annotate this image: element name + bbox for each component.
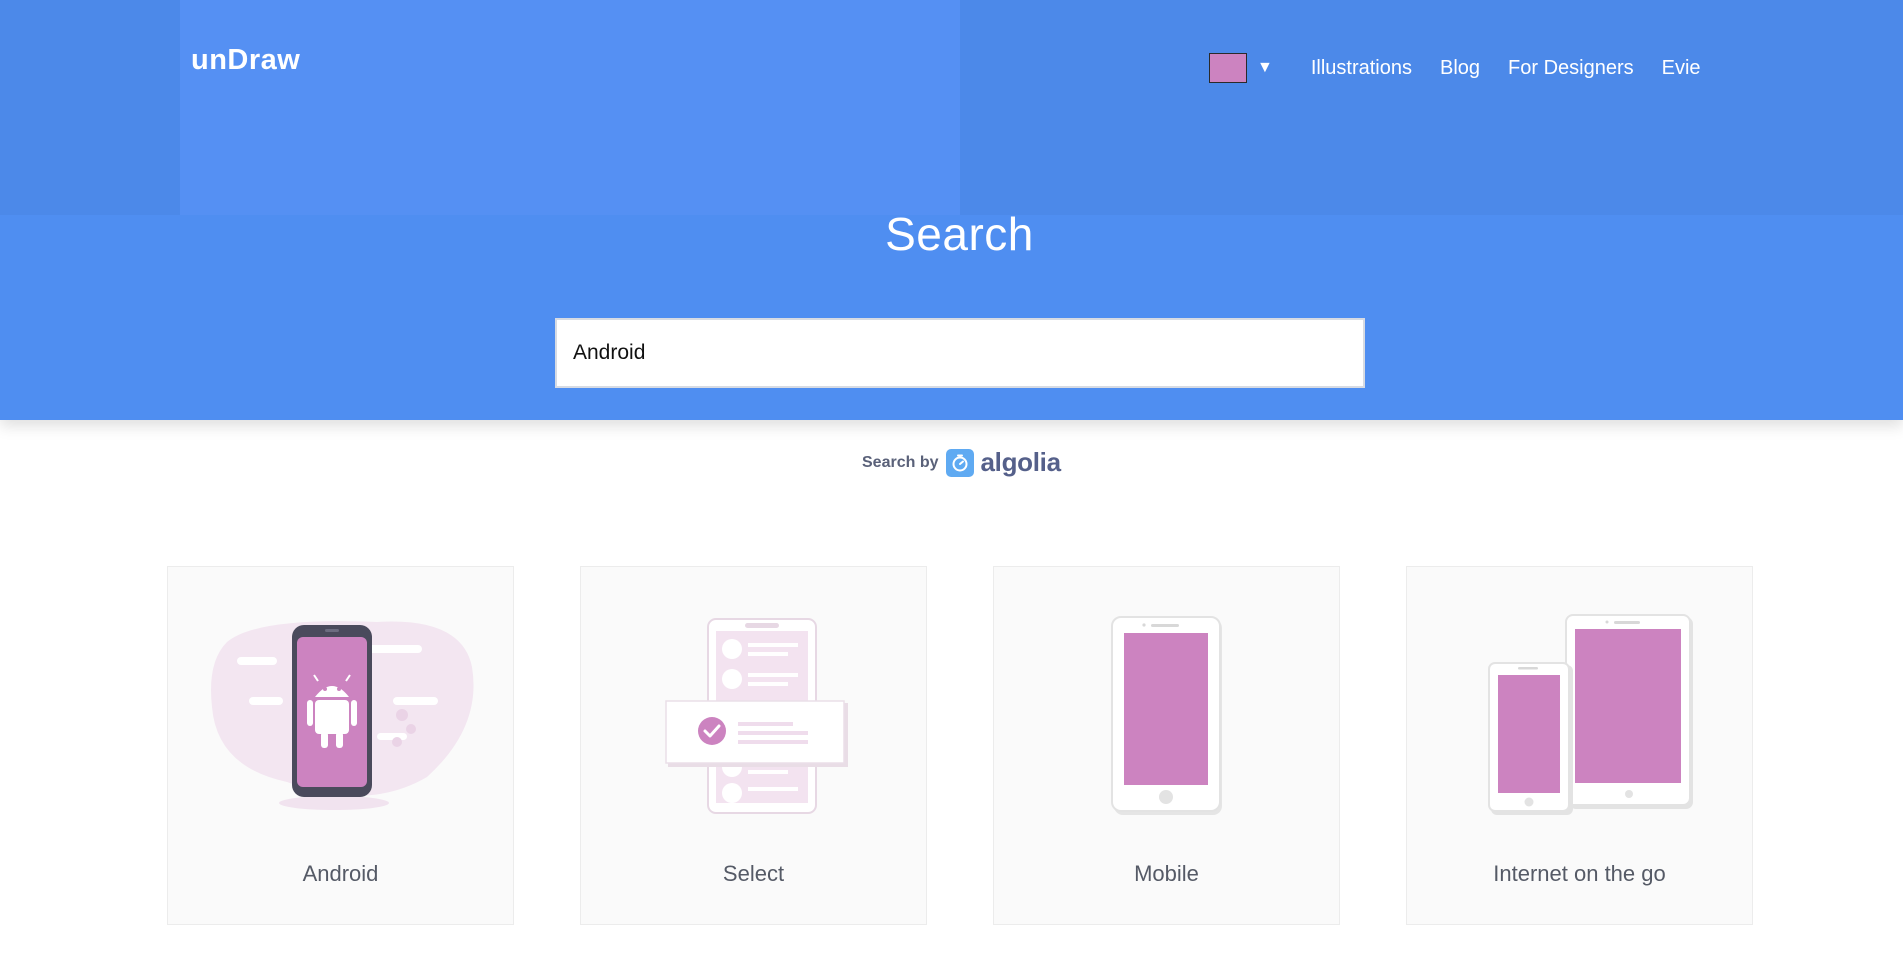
hero-background-shape (180, 0, 960, 215)
android-phone-illustration (168, 607, 515, 817)
algolia-logo: algolia (980, 447, 1061, 477)
result-card-label: Select (722, 861, 785, 886)
select-list-illustration (581, 607, 928, 817)
chevron-down-icon[interactable]: ▼ (1257, 59, 1273, 77)
logo[interactable]: unDraw (191, 44, 300, 77)
top-nav: ▼ Illustrations Blog For Designers Evie (1209, 52, 1701, 84)
nav-link-user[interactable]: Evie (1662, 57, 1701, 80)
stopwatch-icon (946, 448, 975, 477)
search-by-algolia[interactable]: Search by algolia (862, 447, 1061, 478)
tablet-and-phone-illustration (1407, 607, 1754, 817)
result-card-label: Android (302, 861, 379, 886)
result-card-label: Mobile (1134, 861, 1199, 886)
search-by-label: Search by (862, 453, 939, 471)
search-input[interactable] (555, 318, 1365, 388)
result-card-android[interactable]: Android (167, 566, 514, 925)
mobile-phone-illustration (994, 607, 1341, 817)
result-card-label: Internet on the go (1493, 861, 1666, 886)
result-card-select[interactable]: Select (580, 566, 927, 925)
page-title: Search (885, 208, 1034, 260)
result-card-mobile[interactable]: Mobile (993, 566, 1340, 925)
color-picker-swatch[interactable] (1209, 53, 1247, 83)
hero-header: unDraw ▼ Illustrations Blog For Designer… (0, 0, 1903, 420)
nav-link-for-designers[interactable]: For Designers (1508, 57, 1634, 80)
nav-link-illustrations[interactable]: Illustrations (1311, 57, 1412, 80)
nav-link-blog[interactable]: Blog (1440, 57, 1480, 80)
result-card-internet-on-the-go[interactable]: Internet on the go (1406, 566, 1753, 925)
